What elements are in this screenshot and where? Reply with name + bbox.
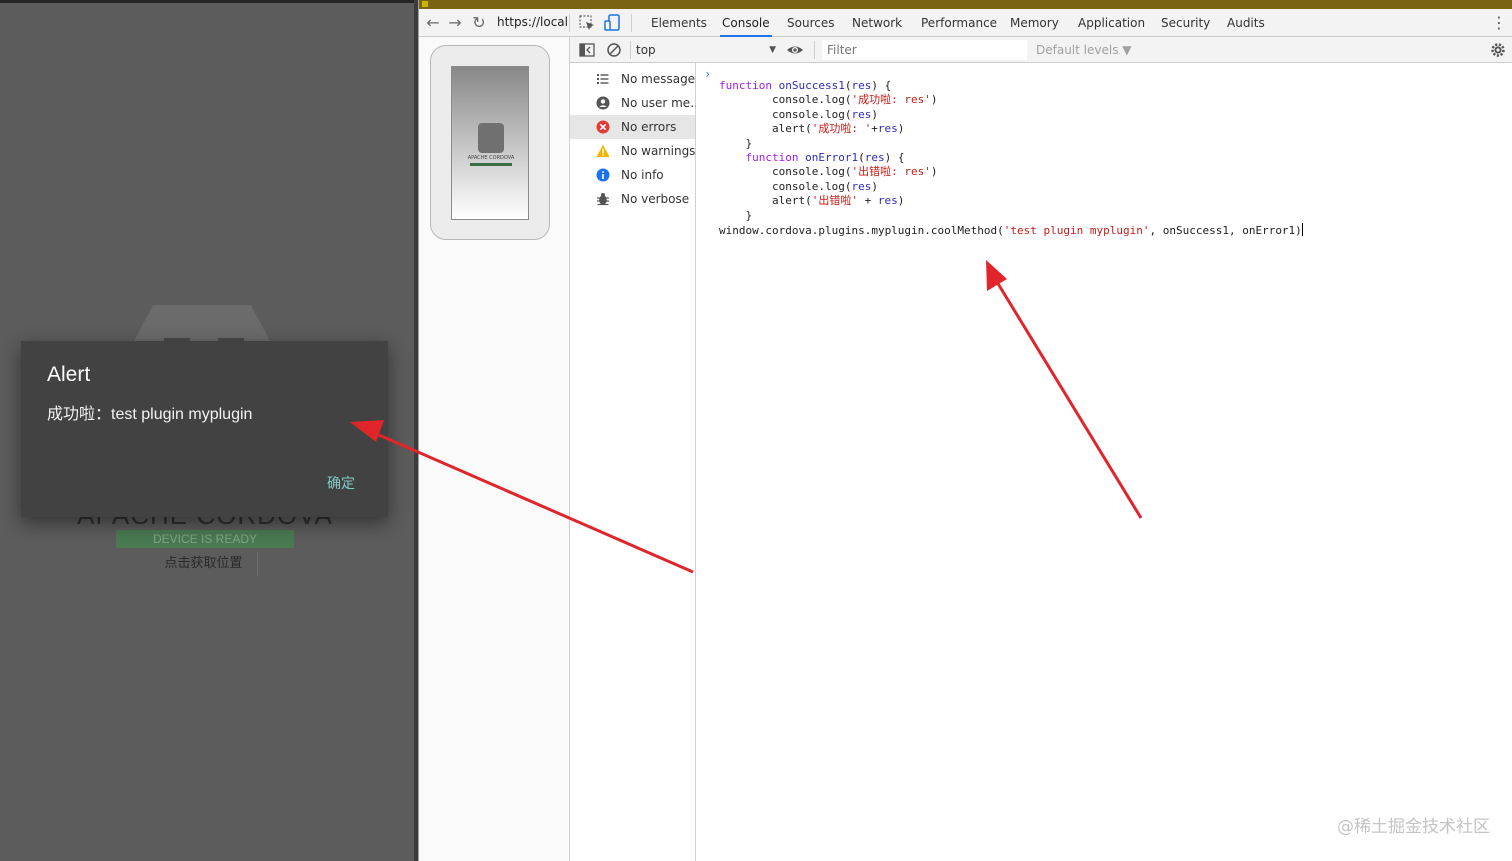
tab-sources[interactable]: Sources	[785, 9, 836, 37]
alert-ok-button[interactable]: 确定	[327, 473, 355, 493]
show-sidebar-icon[interactable]	[578, 41, 596, 59]
list-icon	[597, 74, 609, 84]
execution-context-value: top	[636, 43, 656, 57]
inspect-element-icon[interactable]	[577, 13, 597, 33]
error-icon	[596, 120, 610, 134]
text-cursor	[1301, 223, 1303, 237]
sidebar-item-label: No warnings	[621, 144, 696, 158]
more-options-icon[interactable]: ⋮	[1491, 12, 1507, 34]
device-screencast: APACHE CORDOVA	[419, 37, 570, 861]
bug-icon	[597, 193, 609, 206]
toolbar-divider	[631, 14, 632, 32]
user-icon	[596, 96, 610, 110]
console-output[interactable]: › function onSuccess1(res) { console.log…	[696, 63, 1512, 861]
screencast-logo	[478, 123, 504, 153]
sidebar-item-label: No info	[621, 168, 664, 182]
tab-network[interactable]: Network	[850, 9, 904, 37]
tab-security[interactable]: Security	[1159, 9, 1212, 37]
alert-title: Alert	[47, 363, 91, 386]
emulated-device-screen: APACHE CORDOVA DEVICE IS READY 点击获取位置 Al…	[0, 0, 418, 861]
device-toolbar-icon[interactable]	[603, 13, 623, 33]
get-location-button[interactable]: 点击获取位置	[150, 552, 258, 576]
alert-message: 成功啦：test plugin myplugin	[47, 406, 253, 423]
devtools-panel: ← → ↻ https://local Elements Console Sou…	[418, 0, 1512, 861]
tab-elements[interactable]: Elements	[649, 9, 709, 37]
screenshot-root: APACHE CORDOVA DEVICE IS READY 点击获取位置 Al…	[0, 0, 1512, 861]
tab-console[interactable]: Console	[720, 9, 772, 37]
sidebar-item-verbose[interactable]: No verbose	[570, 187, 695, 211]
gear-icon[interactable]	[1489, 41, 1507, 59]
console-prompt-chevron-icon: ›	[704, 67, 712, 81]
device-top-bar	[0, 0, 418, 3]
toolbar-divider	[630, 41, 631, 59]
console-toolbar: top ▼ Default levels ▼	[570, 37, 1512, 63]
sidebar-item-label: No verbose	[621, 192, 690, 206]
console-sidebar: No messages No user me… No errors No war…	[570, 63, 702, 861]
forward-arrow-icon[interactable]: →	[445, 12, 465, 34]
tab-memory[interactable]: Memory	[1008, 9, 1061, 37]
devtools-body: APACHE CORDOVA top ▼ Filter Default leve…	[419, 37, 1512, 861]
clear-console-icon[interactable]	[605, 41, 623, 59]
execution-context-select[interactable]: top ▼	[636, 40, 776, 60]
toolbar-divider	[569, 14, 570, 32]
sidebar-item-user-messages[interactable]: No user me…	[570, 91, 702, 115]
tab-performance[interactable]: Performance	[919, 9, 999, 37]
live-expression-eye-icon[interactable]	[786, 41, 804, 59]
sidebar-item-label: No user me…	[621, 96, 703, 110]
devtools-tabbar: ← → ↻ https://local Elements Console Sou…	[419, 9, 1512, 37]
sidebar-item-label: No errors	[621, 120, 677, 134]
reload-icon[interactable]: ↻	[469, 12, 489, 34]
back-arrow-icon[interactable]: ←	[423, 12, 443, 34]
console-filter-input[interactable]	[822, 40, 1027, 60]
screencast-phone-screen[interactable]: APACHE CORDOVA	[451, 66, 529, 220]
screencast-ready-bar	[470, 163, 512, 166]
sidebar-item-errors[interactable]: No errors	[570, 115, 695, 139]
screencast-app-title: APACHE CORDOVA	[467, 155, 515, 161]
toolbar-divider	[814, 41, 815, 59]
screencast-phone-frame: APACHE CORDOVA	[430, 45, 550, 240]
tab-application[interactable]: Application	[1076, 9, 1147, 37]
sidebar-item-info[interactable]: No info	[570, 163, 695, 187]
warning-icon	[596, 144, 610, 157]
watermark: @稀土掘金技术社区	[1337, 817, 1490, 837]
sidebar-item-messages[interactable]: No messages	[570, 67, 701, 91]
inspected-url: https://local	[497, 15, 568, 29]
devtools-header-strip	[419, 0, 1512, 9]
device-ready-badge: DEVICE IS READY	[116, 530, 294, 548]
sidebar-item-warnings[interactable]: No warnings	[570, 139, 695, 163]
info-icon	[596, 168, 610, 182]
tab-audits[interactable]: Audits	[1225, 9, 1267, 37]
alert-dialog: Alert 成功啦：test plugin myplugin 确定	[21, 341, 388, 517]
chevron-down-icon: ▼	[769, 45, 776, 55]
sidebar-item-label: No messages	[621, 72, 702, 86]
console-input-code[interactable]: function onSuccess1(res) { console.log('…	[719, 79, 1303, 238]
log-levels-dropdown[interactable]: Default levels ▼	[1036, 40, 1132, 60]
